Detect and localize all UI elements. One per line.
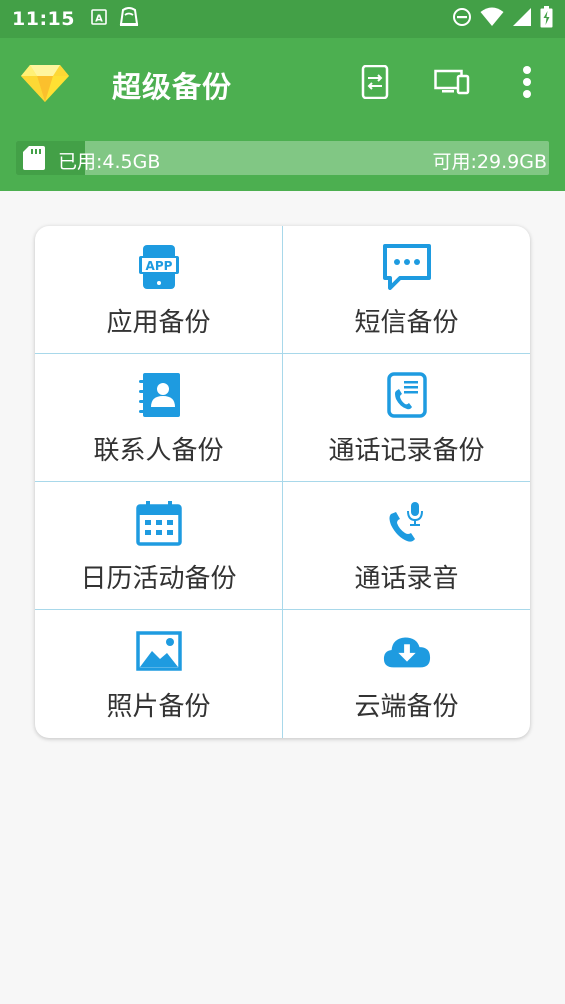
photo-icon [134, 626, 184, 676]
status-time: 11:15 [12, 8, 75, 30]
signal-icon [512, 7, 532, 31]
cell-label: 应用备份 [106, 308, 211, 338]
sd-card-icon [22, 145, 46, 175]
svg-text:A: A [95, 14, 103, 25]
cell-label: 通话录音 [354, 564, 459, 594]
app-title: 超级备份 [112, 70, 233, 104]
cell-label: 照片备份 [106, 692, 211, 722]
storage-area: 已用:4.5GB 可用:29.9GB [0, 126, 565, 191]
photo-backup-button[interactable]: 照片备份 [35, 610, 282, 738]
cloud-backup-button[interactable]: 云端备份 [283, 610, 530, 738]
storage-bar: 已用:4.5GB 可用:29.9GB [16, 141, 549, 175]
calendar-icon [134, 498, 184, 548]
svg-text:APP: APP [145, 259, 172, 273]
diamond-logo-icon [20, 62, 70, 104]
contacts-icon [134, 370, 184, 420]
a-icon: A [91, 9, 107, 29]
calendar-backup-button[interactable]: 日历活动备份 [35, 482, 282, 610]
do-not-disturb-icon [452, 7, 472, 31]
cell-label: 通话记录备份 [328, 436, 485, 466]
wifi-router-icon [117, 6, 141, 32]
call-log-icon [382, 370, 432, 420]
cell-label: 云端备份 [354, 692, 459, 722]
call-log-backup-button[interactable]: 通话记录备份 [283, 354, 530, 482]
call-recording-icon [382, 498, 432, 548]
sms-backup-button[interactable]: 短信备份 [283, 226, 530, 354]
storage-free-label: 可用:29.9GB [432, 151, 547, 173]
more-vert-icon[interactable] [505, 60, 549, 104]
backup-grid: APP 应用备份 短信备份 联系人备份 通话记录备份 日历活动备份 通话录音 照… [35, 226, 530, 738]
cloud-download-icon [382, 626, 432, 676]
app-bar: 超级备份 [0, 38, 565, 126]
wifi-icon [480, 7, 504, 31]
message-icon [382, 242, 432, 292]
app-icon: APP [134, 242, 184, 292]
call-recording-button[interactable]: 通话录音 [283, 482, 530, 610]
cell-label: 联系人备份 [93, 436, 224, 466]
phone-transfer-icon[interactable] [353, 60, 397, 104]
status-bar: 11:15 A [0, 0, 565, 38]
cell-label: 短信备份 [354, 308, 459, 338]
app-backup-button[interactable]: APP 应用备份 [35, 226, 282, 354]
battery-charging-icon [540, 6, 553, 32]
cell-label: 日历活动备份 [80, 564, 237, 594]
storage-used-label: 已用:4.5GB [58, 151, 161, 173]
devices-icon[interactable] [430, 60, 474, 104]
contacts-backup-button[interactable]: 联系人备份 [35, 354, 282, 482]
